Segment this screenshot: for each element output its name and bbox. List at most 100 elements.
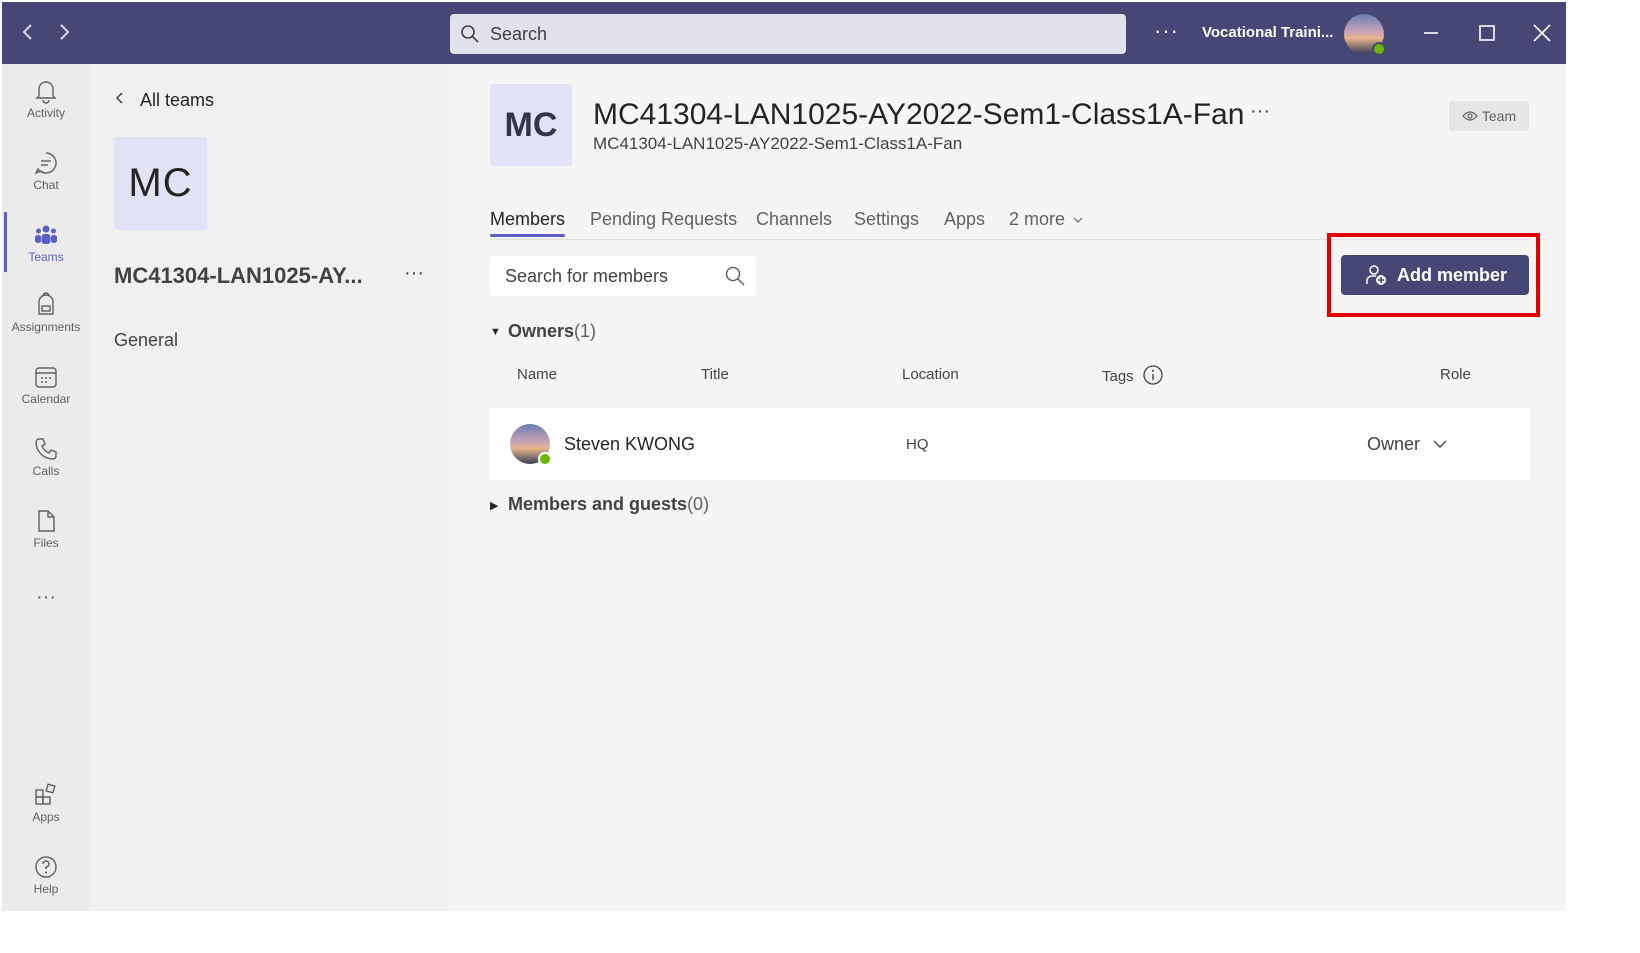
- search-icon: [461, 25, 479, 43]
- back-button[interactable]: [18, 20, 38, 44]
- file-icon: [38, 510, 55, 532]
- chevron-left-icon: [22, 24, 32, 40]
- minimize-icon: [1424, 32, 1438, 34]
- owners-label: Owners: [508, 321, 575, 341]
- tab-settings[interactable]: Settings: [854, 209, 919, 230]
- rail-item-chat[interactable]: Chat: [2, 150, 90, 210]
- rail-item-calendar[interactable]: Calendar: [2, 364, 90, 424]
- chevron-down-icon[interactable]: [1430, 434, 1450, 454]
- manage-team-panel: MC MC41304-LAN1025-AY2022-Sem1-Class1A-F…: [448, 64, 1566, 911]
- maximize-icon: [1479, 25, 1495, 41]
- status-available-icon: [1372, 42, 1386, 56]
- team-avatar: MC: [114, 137, 207, 230]
- more-icon: ···: [36, 586, 56, 608]
- all-teams-link[interactable]: All teams: [114, 90, 214, 111]
- eye-icon: [1462, 111, 1478, 121]
- rail-item-help[interactable]: Help: [2, 854, 90, 914]
- column-header-title[interactable]: Title: [701, 366, 729, 383]
- team-badge[interactable]: Team: [1449, 101, 1529, 131]
- rail-label: Help: [33, 882, 59, 896]
- title-bar: Search ··· Vocational Traini...: [2, 2, 1566, 64]
- close-icon: [1533, 24, 1551, 42]
- forward-button[interactable]: [54, 20, 74, 44]
- bell-icon: [35, 81, 57, 104]
- chevron-left-icon: [114, 90, 130, 111]
- tab-apps[interactable]: Apps: [944, 209, 985, 230]
- close-button[interactable]: [1527, 16, 1557, 50]
- tab-channels[interactable]: Channels: [756, 209, 832, 230]
- phone-icon: [35, 438, 57, 460]
- rail-item-calls[interactable]: Calls: [2, 436, 90, 496]
- members-guests-label: Members and guests: [508, 494, 688, 514]
- owners-count: (1): [574, 321, 597, 341]
- chat-icon: [34, 152, 57, 175]
- add-member-label: Add member: [1397, 265, 1508, 285]
- member-role-dropdown[interactable]: Owner: [1367, 434, 1420, 455]
- tab-more-label: 2 more: [1009, 209, 1066, 229]
- tab-more[interactable]: 2 more: [1009, 209, 1084, 230]
- app-rail: Activity Chat Teams Assignments Calendar…: [2, 64, 90, 911]
- search-placeholder: Search: [490, 24, 548, 44]
- column-header-name[interactable]: Name: [517, 366, 557, 383]
- maximize-button[interactable]: [1472, 16, 1502, 50]
- rail-item-apps[interactable]: Apps: [2, 782, 90, 842]
- rail-label: Calendar: [21, 392, 71, 406]
- rail-label: Activity: [26, 106, 65, 120]
- global-search-input[interactable]: Search: [450, 14, 1126, 54]
- help-icon: [35, 856, 57, 878]
- profile-avatar[interactable]: [1344, 14, 1386, 56]
- search-icon: [725, 266, 745, 286]
- info-icon[interactable]: [1142, 364, 1164, 386]
- caret-down-icon: ▼: [490, 326, 501, 339]
- page-subtitle: MC41304-LAN1025-AY2022-Sem1-Class1A-Fan: [593, 134, 963, 153]
- owners-section-toggle[interactable]: ▼ Owners(1): [490, 321, 596, 342]
- member-location: HQ: [906, 436, 929, 453]
- add-member-button[interactable]: Add member: [1341, 255, 1529, 295]
- team-name: MC41304-LAN1025-AY...: [114, 263, 363, 288]
- member-search-placeholder: Search for members: [505, 266, 669, 286]
- team-more-options-button[interactable]: ···: [404, 262, 424, 285]
- more-options-button[interactable]: ···: [1154, 18, 1179, 44]
- caret-right-icon: ▶: [490, 499, 499, 512]
- teams-icon: [35, 225, 57, 244]
- tab-pending-requests[interactable]: Pending Requests: [590, 209, 737, 230]
- rail-label: Files: [33, 536, 59, 550]
- backpack-icon: [38, 292, 54, 315]
- rail-label: Calls: [32, 464, 60, 478]
- active-tab-indicator: [490, 234, 565, 237]
- avatar: [510, 424, 552, 466]
- tab-members[interactable]: Members: [490, 209, 565, 230]
- rail-item-assignments[interactable]: Assignments: [2, 292, 90, 352]
- page-title: MC41304-LAN1025-AY2022-Sem1-Class1A-Fan: [593, 98, 1245, 131]
- rail-label: Assignments: [11, 320, 81, 334]
- apps-icon: [35, 783, 56, 805]
- rail-item-more[interactable]: ···: [2, 586, 90, 646]
- column-header-tags[interactable]: Tags: [1102, 368, 1134, 385]
- chevron-right-icon: [60, 24, 70, 40]
- rail-label: Chat: [33, 178, 59, 192]
- member-search-input[interactable]: Search for members: [490, 256, 756, 296]
- table-row[interactable]: Steven KWONG HQ Owner: [490, 408, 1530, 480]
- members-guests-count: (0): [687, 494, 710, 514]
- chevron-down-icon: [1073, 217, 1083, 223]
- rail-label: Teams: [28, 250, 64, 264]
- team-pane: All teams MC MC41304-LAN1025-AY... ··· G…: [90, 64, 448, 911]
- status-available-icon: [538, 452, 552, 466]
- member-name: Steven KWONG: [564, 434, 696, 454]
- channel-general[interactable]: General: [114, 330, 178, 351]
- column-header-location[interactable]: Location: [902, 366, 959, 383]
- rail-label: Apps: [32, 810, 60, 824]
- add-person-icon: [1366, 265, 1386, 285]
- all-teams-label: All teams: [140, 90, 215, 110]
- minimize-button[interactable]: [1416, 16, 1446, 50]
- rail-item-files[interactable]: Files: [2, 508, 90, 568]
- rail-item-activity[interactable]: Activity: [2, 78, 90, 138]
- rail-item-teams[interactable]: Teams: [2, 222, 90, 282]
- members-guests-section-toggle[interactable]: ▶ Members and guests(0): [490, 494, 709, 515]
- team-badge-label: Team: [1481, 108, 1517, 124]
- column-header-role[interactable]: Role: [1440, 366, 1471, 383]
- calendar-icon: [35, 367, 57, 388]
- title-more-options-button[interactable]: ···: [1250, 100, 1270, 123]
- organization-name[interactable]: Vocational Traini...: [1202, 24, 1333, 41]
- team-avatar-large: MC: [490, 84, 572, 166]
